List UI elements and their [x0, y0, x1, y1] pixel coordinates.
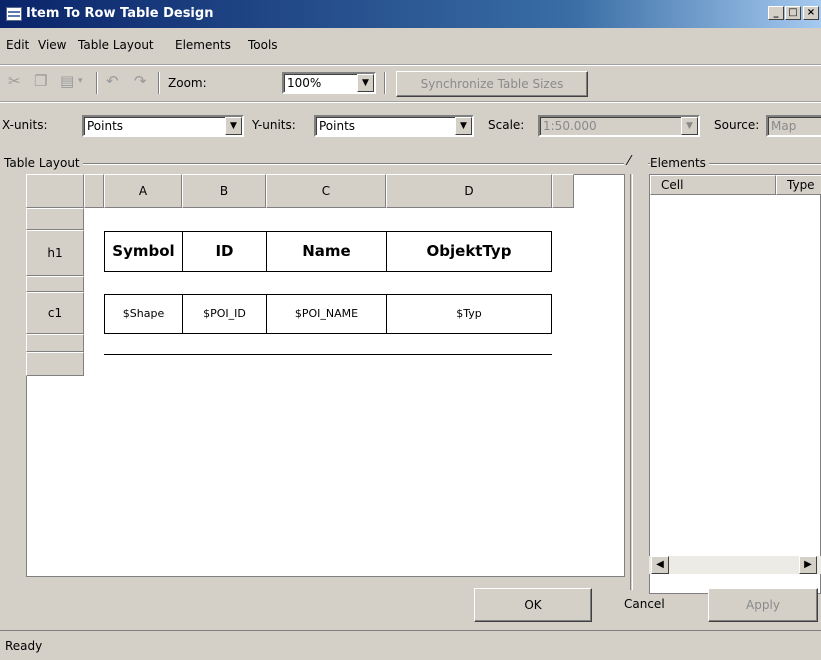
chevron-down-icon[interactable]: ▼ [455, 117, 472, 135]
header-cell-name[interactable]: Name [266, 231, 387, 272]
scale-label: Scale: [488, 118, 525, 132]
synchronize-table-sizes-button[interactable]: Synchronize Table Sizes [396, 71, 588, 97]
elements-list[interactable]: Cell Type [649, 174, 821, 594]
panel-splitter[interactable] [630, 174, 633, 590]
source-value: Map [771, 119, 797, 133]
table-layout-groupline [4, 163, 624, 165]
paste-icon[interactable]: ▤ [60, 72, 74, 90]
content-cell-typ[interactable]: $Typ [386, 294, 552, 334]
table-layout-label: Table Layout [4, 156, 83, 170]
chevron-down-icon[interactable]: ▼ [681, 117, 698, 135]
column-header-a[interactable]: A [104, 174, 182, 208]
cut-icon[interactable]: ✂ [8, 72, 21, 90]
chevron-down-icon[interactable]: ▼ [225, 117, 242, 135]
menu-elements[interactable]: Elements [175, 38, 231, 52]
zoom-label: Zoom: [168, 76, 207, 90]
apply-button[interactable]: Apply [708, 588, 818, 622]
row-header-spacer [26, 276, 84, 292]
source-label: Source: [714, 118, 760, 132]
toolbar-divider-light [0, 65, 821, 66]
toolbar-divider-light [0, 102, 821, 103]
menu-table-layout[interactable]: Table Layout [78, 38, 154, 52]
elements-label: Elements [650, 156, 709, 170]
menu-tools[interactable]: Tools [248, 38, 278, 52]
column-header-d[interactable]: D [386, 174, 552, 208]
status-text: Ready [5, 639, 43, 653]
column-header-cell[interactable]: Cell [650, 175, 776, 195]
scroll-right-icon[interactable]: ▶ [799, 556, 817, 574]
close-icon[interactable]: × [803, 6, 819, 20]
y-units-select[interactable]: Points ▼ [314, 115, 474, 137]
title-bar: Item To Row Table Design _ □ × [0, 0, 821, 28]
chevron-down-icon[interactable]: ▼ [357, 74, 374, 92]
splitter-arrow-icon[interactable]: ⁄ [628, 154, 630, 169]
minimize-icon[interactable]: _ [768, 6, 784, 20]
row-header-spacer [26, 352, 84, 376]
chevron-down-icon[interactable]: ▾ [78, 76, 83, 86]
table-bottom-line [104, 354, 552, 355]
column-header-type[interactable]: Type [776, 175, 821, 195]
scale-select[interactable]: 1:50.000 ▼ [538, 115, 700, 137]
content-cell-poi-name[interactable]: $POI_NAME [266, 294, 387, 334]
undo-icon[interactable]: ↶ [106, 72, 119, 90]
column-header-c[interactable]: C [266, 174, 386, 208]
y-units-label: Y-units: [252, 118, 296, 132]
elements-horizontal-scrollbar[interactable]: ◀ ▶ [649, 556, 821, 574]
source-select[interactable]: Map [766, 115, 821, 137]
redo-icon[interactable]: ↷ [134, 72, 147, 90]
column-header-spacer [552, 174, 574, 208]
row-header-spacer [26, 334, 84, 352]
column-header-spacer [84, 174, 104, 208]
scale-value: 1:50.000 [543, 119, 597, 133]
zoom-value: 100% [287, 76, 322, 90]
toolbar-separator [384, 72, 386, 94]
scroll-left-icon[interactable]: ◀ [651, 556, 669, 574]
menu-view[interactable]: View [38, 38, 66, 52]
app-icon [6, 7, 22, 21]
content-cell-poi-id[interactable]: $POI_ID [182, 294, 267, 334]
zoom-select[interactable]: 100% ▼ [282, 72, 376, 94]
cancel-button[interactable]: Cancel [624, 597, 665, 611]
maximize-icon[interactable]: □ [785, 6, 801, 20]
header-cell-id[interactable]: ID [182, 231, 267, 272]
status-bar: Ready [0, 630, 821, 660]
row-header-c1[interactable]: c1 [26, 292, 84, 334]
y-units-value: Points [319, 119, 356, 133]
x-units-value: Points [87, 119, 124, 133]
corner-header [26, 174, 84, 208]
row-header-h1[interactable]: h1 [26, 230, 84, 276]
toolbar-separator [158, 72, 160, 94]
copy-icon[interactable]: ❐ [34, 72, 47, 90]
header-cell-objekttyp[interactable]: ObjektTyp [386, 231, 552, 272]
x-units-label: X-units: [2, 118, 48, 132]
column-header-b[interactable]: B [182, 174, 266, 208]
window-title: Item To Row Table Design [26, 6, 214, 21]
x-units-select[interactable]: Points ▼ [82, 115, 244, 137]
header-cell-symbol[interactable]: Symbol [104, 231, 183, 272]
toolbar-separator [96, 72, 98, 94]
menu-edit[interactable]: Edit [6, 38, 29, 52]
content-cell-shape[interactable]: $Shape [104, 294, 183, 334]
ok-button[interactable]: OK [474, 588, 592, 622]
row-header-spacer [26, 208, 84, 230]
